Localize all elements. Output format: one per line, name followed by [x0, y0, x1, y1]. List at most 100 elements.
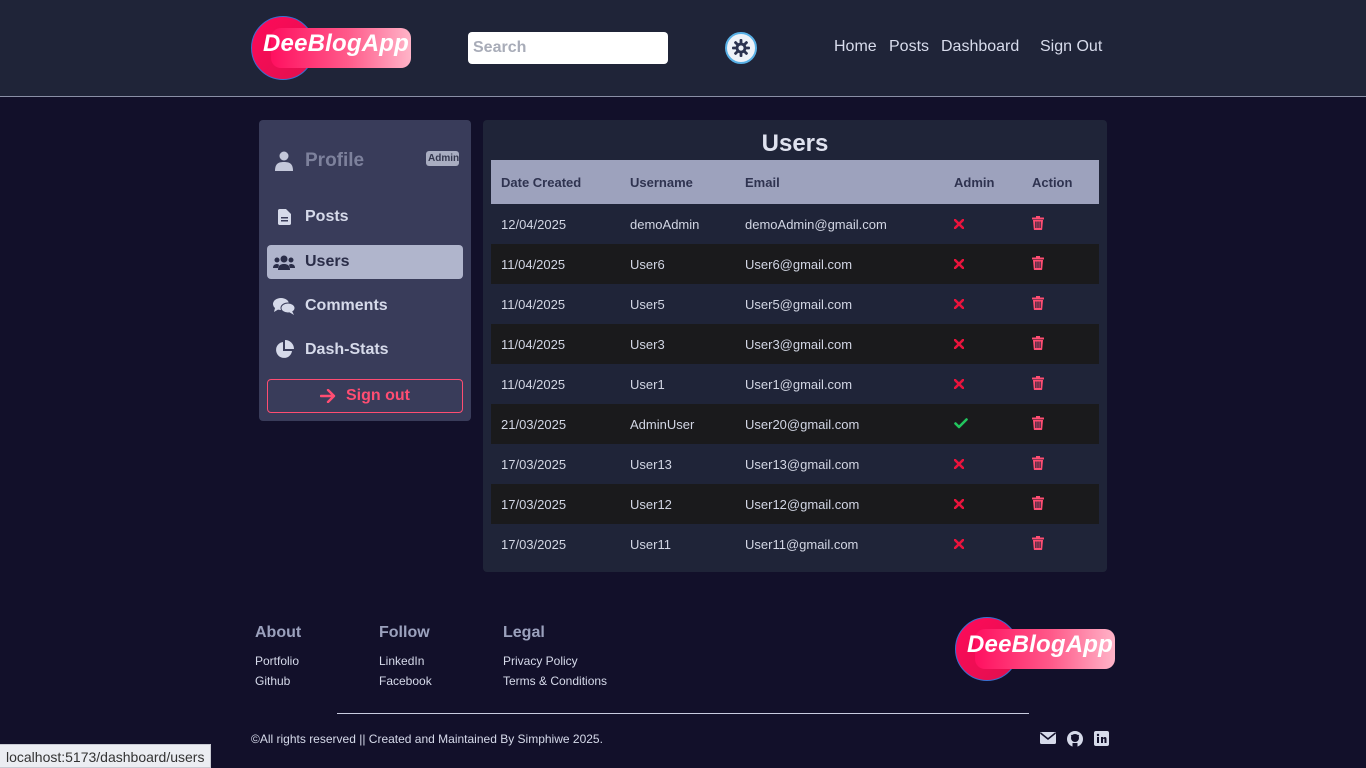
cell-action — [1022, 244, 1099, 284]
trash-icon[interactable] — [1032, 255, 1044, 273]
table-row: 21/03/2025 AdminUser User20@gmail.com — [491, 404, 1099, 444]
x-icon — [953, 217, 965, 232]
pie-chart-icon — [273, 340, 295, 360]
signout-label: Sign out — [346, 387, 410, 404]
trash-icon[interactable] — [1032, 295, 1044, 313]
footer-link-terms[interactable]: Terms & Conditions — [503, 674, 607, 688]
table-row: 11/04/2025 User3 User3@gmail.com — [491, 324, 1099, 364]
table-row: 11/04/2025 User5 User5@gmail.com — [491, 284, 1099, 324]
x-icon — [953, 257, 965, 272]
cell-username: User5 — [630, 296, 665, 312]
cell-username: AdminUser — [630, 416, 695, 432]
column-header-username[interactable]: Username — [620, 160, 735, 204]
cell-date: 11/04/2025 — [501, 256, 566, 272]
column-header-admin[interactable]: Admin — [944, 160, 1022, 204]
x-icon — [953, 497, 965, 512]
cell-username: User6 — [630, 256, 665, 272]
column-header-action[interactable]: Action — [1022, 160, 1099, 204]
sidebar-item-dash-stats[interactable]: Dash-Stats — [267, 333, 463, 367]
footer-link-facebook[interactable]: Facebook — [379, 674, 432, 688]
footer-heading: About — [255, 624, 302, 641]
table-row: 17/03/2025 User12 User12@gmail.com — [491, 484, 1099, 524]
sidebar-signout-button[interactable]: Sign out — [267, 379, 463, 413]
theme-toggle-button[interactable] — [725, 32, 757, 64]
cell-username: User3 — [630, 336, 665, 352]
cell-action — [1022, 444, 1099, 484]
cell-email: User20@gmail.com — [745, 416, 860, 432]
sidebar-profile-label: Profile — [305, 150, 365, 171]
cell-email: User1@gmail.com — [745, 376, 853, 392]
search-input[interactable] — [468, 32, 668, 64]
trash-icon[interactable] — [1032, 455, 1044, 473]
cell-date: 11/04/2025 — [501, 376, 566, 392]
trash-icon[interactable] — [1032, 335, 1044, 353]
table-row: 17/03/2025 User13 User13@gmail.com — [491, 444, 1099, 484]
cell-admin — [944, 244, 1022, 284]
nav-signout-link[interactable]: Sign Out — [1040, 38, 1102, 56]
dashboard-sidebar: Profile Admin Posts Users Comments Dash-… — [259, 120, 471, 421]
users-icon — [273, 254, 295, 270]
admin-badge: Admin — [426, 151, 460, 166]
x-icon — [953, 457, 965, 472]
column-header-email[interactable]: Email — [735, 160, 944, 204]
header-logo[interactable]: DeeBlogApp — [251, 16, 411, 80]
top-navbar: DeeBlogApp Home Posts Dashboard Sign Out — [0, 0, 1366, 97]
footer-link-github[interactable]: Github — [255, 674, 301, 688]
cell-action — [1022, 404, 1099, 444]
sidebar-item-label: Users — [305, 253, 350, 270]
comments-icon — [273, 297, 295, 315]
cell-date: 17/03/2025 — [501, 456, 567, 472]
cell-admin — [944, 404, 1022, 444]
trash-icon[interactable] — [1032, 535, 1044, 553]
sidebar-item-posts[interactable]: Posts — [267, 200, 463, 234]
trash-icon[interactable] — [1032, 415, 1044, 433]
x-icon — [953, 537, 965, 552]
cell-date: 21/03/2025 — [501, 416, 567, 432]
cell-email: User12@gmail.com — [745, 496, 860, 512]
sidebar-item-comments[interactable]: Comments — [267, 289, 463, 323]
cell-email: User6@gmail.com — [745, 256, 853, 272]
linkedin-icon[interactable] — [1094, 731, 1109, 746]
cell-admin — [944, 284, 1022, 324]
cell-username: User12 — [630, 496, 672, 512]
table-row: 11/04/2025 User6 User6@gmail.com — [491, 244, 1099, 284]
cell-admin — [944, 524, 1022, 564]
cell-action — [1022, 204, 1099, 244]
table-row: 11/04/2025 User1 User1@gmail.com — [491, 364, 1099, 404]
footer-link-linkedin[interactable]: LinkedIn — [379, 654, 432, 668]
cell-username: User13 — [630, 456, 672, 472]
cell-admin — [944, 484, 1022, 524]
cell-action — [1022, 524, 1099, 564]
nav-posts-link[interactable]: Posts — [889, 38, 929, 56]
sun-gear-icon — [732, 39, 750, 57]
x-icon — [953, 337, 965, 352]
page-title: Users — [761, 130, 829, 157]
cell-email: User11@gmail.com — [745, 536, 859, 552]
trash-icon[interactable] — [1032, 215, 1044, 233]
column-header-date[interactable]: Date Created — [491, 160, 620, 204]
browser-status-url: localhost:5173/dashboard/users — [0, 744, 212, 768]
footer-link-portfolio[interactable]: Portfolio — [255, 654, 301, 668]
cell-date: 11/04/2025 — [501, 336, 566, 352]
cell-action — [1022, 364, 1099, 404]
github-icon[interactable] — [1067, 731, 1083, 747]
check-icon — [954, 417, 968, 432]
trash-icon[interactable] — [1032, 495, 1044, 513]
footer-about: About Portfolio Github — [255, 624, 301, 694]
cell-action — [1022, 484, 1099, 524]
cell-action — [1022, 324, 1099, 364]
nav-dashboard-link[interactable]: Dashboard — [941, 38, 1019, 56]
footer-logo[interactable]: DeeBlogApp — [955, 617, 1115, 681]
cell-admin — [944, 364, 1022, 404]
cell-username: demoAdmin — [630, 216, 700, 232]
email-icon[interactable] — [1040, 731, 1056, 745]
cell-admin — [944, 444, 1022, 484]
cell-admin — [944, 204, 1022, 244]
footer-link-privacy[interactable]: Privacy Policy — [503, 654, 607, 668]
cell-email: User13@gmail.com — [745, 456, 860, 472]
trash-icon[interactable] — [1032, 375, 1044, 393]
user-icon — [273, 151, 295, 171]
nav-home-link[interactable]: Home — [834, 38, 877, 56]
sidebar-item-users[interactable]: Users — [267, 245, 463, 279]
footer-heading: Follow — [379, 624, 430, 641]
